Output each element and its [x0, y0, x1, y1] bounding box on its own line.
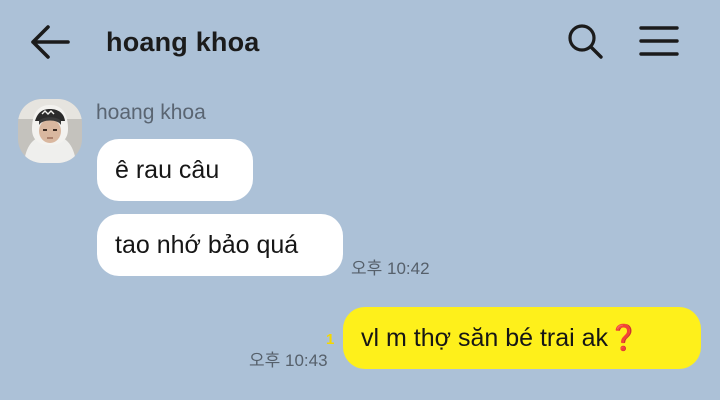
outgoing-message-bubble[interactable]: vl m thợ săn bé trai ak❓	[343, 307, 701, 369]
incoming-message-bubble[interactable]: tao nhớ bảo quá	[97, 214, 343, 276]
search-icon	[568, 24, 603, 59]
message-text: ê rau câu	[115, 156, 220, 184]
sender-avatar[interactable]	[18, 99, 82, 163]
menu-button[interactable]	[638, 22, 680, 60]
sender-name: hoang khoa	[96, 101, 206, 124]
search-button[interactable]	[566, 22, 604, 60]
message-timestamp: 오후 10:43	[249, 351, 328, 370]
arrow-left-icon	[31, 25, 70, 59]
chat-header: hoang khoa	[0, 0, 720, 84]
hamburger-menu-icon	[639, 26, 679, 56]
unread-count: 1	[326, 331, 335, 348]
message-timestamp: 오후 10:42	[351, 259, 430, 278]
incoming-message-bubble[interactable]: ê rau câu	[97, 139, 253, 201]
profile-photo	[18, 99, 82, 163]
question-mark-emoji: ❓	[608, 324, 640, 352]
back-button[interactable]	[28, 20, 72, 64]
message-text: tao nhớ bảo quá	[115, 231, 299, 259]
message-text: vl m thợ săn bé trai ak	[361, 324, 609, 352]
chat-title: hoang khoa	[106, 27, 260, 57]
